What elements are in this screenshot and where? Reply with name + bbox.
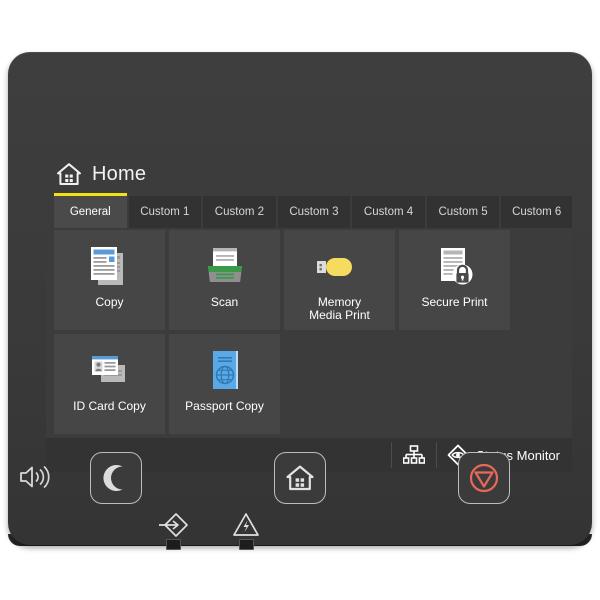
tab-custom-3[interactable]: Custom 3 xyxy=(277,196,351,228)
tab-custom-2[interactable]: Custom 2 xyxy=(203,196,276,228)
tab-custom-5[interactable]: Custom 5 xyxy=(426,196,500,228)
tile-row: ID Card Copy Passport Copy xyxy=(54,334,572,434)
usb-drive-icon xyxy=(315,242,365,292)
tile-label: Secure Print xyxy=(421,295,488,309)
copy-documents-icon xyxy=(88,242,132,292)
tile-memory-media-print[interactable]: Memory Media Print xyxy=(284,230,395,330)
sleep-button[interactable] xyxy=(90,452,142,504)
speaker-volume-icon xyxy=(18,463,52,491)
tile-label-line1: Memory xyxy=(317,295,362,309)
tab-label: Custom 4 xyxy=(363,206,414,218)
tab-label: General xyxy=(69,206,111,218)
stop-icon xyxy=(468,462,500,494)
tile-copy[interactable]: Copy xyxy=(54,230,165,330)
tab-strip[interactable]: General Custom 1 Custom 2 Custom 3 Custo… xyxy=(54,193,572,228)
tile-label: ID Card Copy xyxy=(73,399,146,413)
network-status-button[interactable] xyxy=(392,445,436,465)
tile-label: Passport Copy xyxy=(185,399,264,413)
tile-label: Copy xyxy=(95,295,124,309)
tile-scan[interactable]: Scan xyxy=(169,230,280,330)
data-indicator xyxy=(156,512,190,550)
tab-custom-1[interactable]: Custom 1 xyxy=(128,196,202,228)
tab-label: Custom 1 xyxy=(140,206,190,218)
tab-label: Custom 6 xyxy=(512,206,562,218)
lcd-touchscreen[interactable]: Home General Custom 1 Custom 2 Custom 3 … xyxy=(46,152,572,472)
tab-custom-6[interactable]: Custom 6 xyxy=(501,196,572,228)
document-lock-icon xyxy=(433,242,477,292)
tab-custom-4[interactable]: Custom 4 xyxy=(352,196,425,228)
scanner-icon xyxy=(203,242,247,292)
home-house-icon xyxy=(285,463,315,493)
home-icon xyxy=(56,161,82,187)
tile-empty-slot xyxy=(399,334,510,434)
tab-label: Custom 3 xyxy=(289,206,339,218)
tile-passport-copy[interactable]: Passport Copy xyxy=(169,334,280,434)
screen-header: Home xyxy=(46,152,572,196)
tile-id-card-copy[interactable]: ID Card Copy xyxy=(54,334,165,434)
error-indicator xyxy=(232,512,260,550)
home-button[interactable] xyxy=(274,452,326,504)
app-tile-grid: Copy Scan Memory Media Print Secure Prin… xyxy=(54,230,572,434)
tile-empty-slot xyxy=(284,334,395,434)
tile-label-line2: Media Print xyxy=(309,308,370,322)
passport-icon xyxy=(206,346,244,396)
error-led-lamp xyxy=(238,539,254,550)
tile-label: Memory Media Print xyxy=(309,296,370,322)
tab-general[interactable]: General xyxy=(54,193,127,228)
network-lan-icon xyxy=(403,445,426,465)
tile-secure-print[interactable]: Secure Print xyxy=(399,230,510,330)
moon-icon xyxy=(101,463,131,493)
warning-triangle-icon xyxy=(232,512,260,538)
tab-label: Custom 2 xyxy=(214,206,265,218)
tile-label: Scan xyxy=(210,295,239,309)
stop-button[interactable] xyxy=(458,452,510,504)
data-transfer-icon xyxy=(156,512,190,538)
data-led-lamp xyxy=(165,539,181,550)
page-title: Home xyxy=(92,162,147,185)
id-card-icon xyxy=(87,346,133,396)
tile-row: Copy Scan Memory Media Print Secure Prin… xyxy=(54,230,572,330)
tab-label: Custom 5 xyxy=(438,206,488,218)
